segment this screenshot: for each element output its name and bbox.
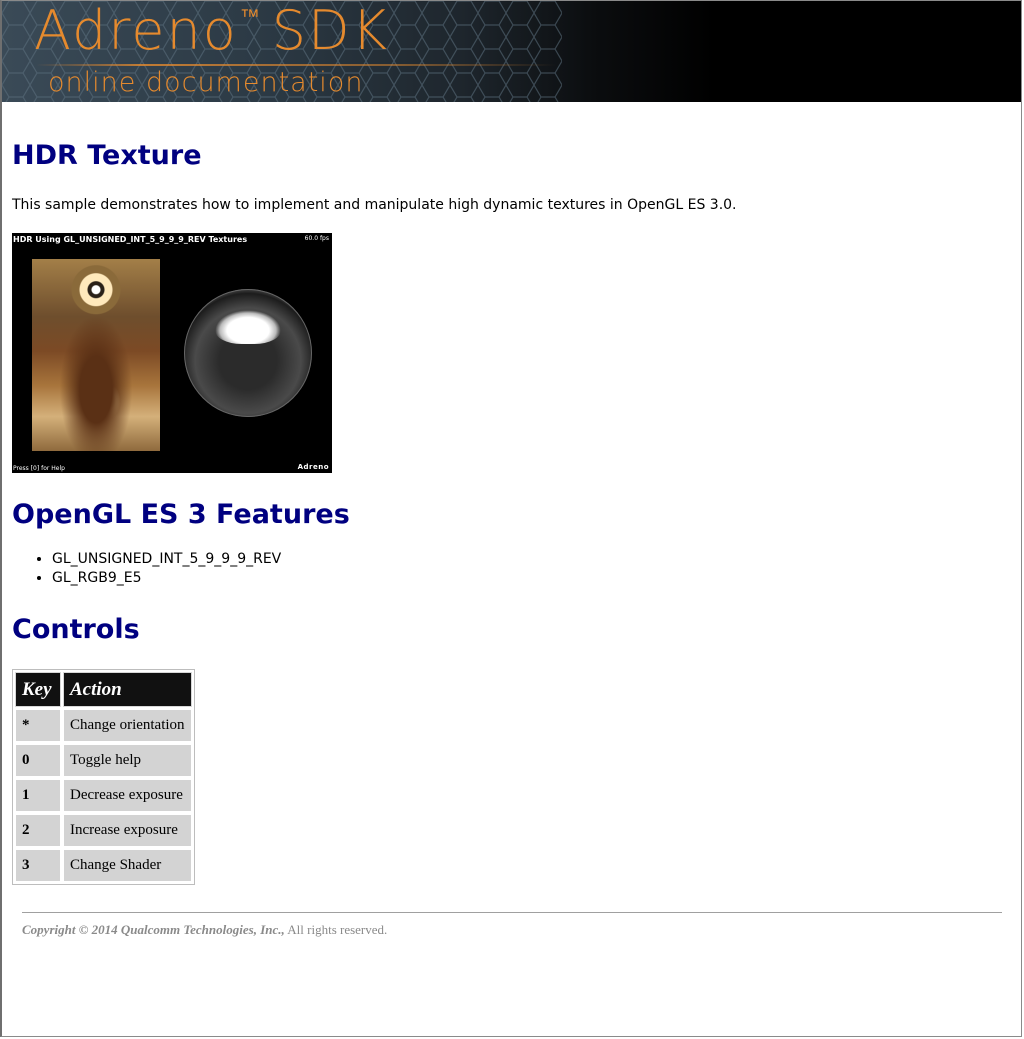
column-header-action: Action: [63, 672, 192, 707]
column-header-key: Key: [15, 672, 61, 707]
table-row: 3 Change Shader: [15, 849, 192, 882]
intro-text: This sample demonstrates how to implemen…: [12, 197, 737, 213]
controls-heading: Controls: [12, 614, 140, 645]
copyright-holder: Copyright © 2014 Qualcomm Technologies, …: [22, 922, 285, 937]
table-row: * Change orientation: [15, 709, 192, 742]
banner-divider: [36, 64, 556, 66]
sphere-highlight: [215, 310, 281, 344]
sample-screenshot: HDR Using GL_UNSIGNED_INT_5_9_9_9_REV Te…: [12, 233, 332, 473]
fps-readout: 60.0 fps: [304, 235, 329, 242]
screenshot-caption: HDR Using GL_UNSIGNED_INT_5_9_9_9_REV Te…: [13, 235, 248, 244]
control-action: Toggle help: [63, 744, 192, 777]
reflective-sphere: [184, 289, 312, 417]
control-key: *: [15, 709, 61, 742]
rights-text: All rights reserved.: [284, 922, 388, 937]
brand-subtitle: online documentation: [48, 67, 364, 98]
control-action: Decrease exposure: [63, 779, 192, 812]
control-action: Increase exposure: [63, 814, 192, 847]
control-action: Change orientation: [63, 709, 192, 742]
hdr-church-texture: [32, 259, 160, 451]
control-key: 2: [15, 814, 61, 847]
list-item: GL_RGB9_E5: [52, 569, 281, 588]
footer-divider: [22, 912, 1002, 913]
product-name: SDK: [271, 1, 390, 62]
list-item: GL_UNSIGNED_INT_5_9_9_9_REV: [52, 550, 281, 569]
table-row: 0 Toggle help: [15, 744, 192, 777]
control-key: 1: [15, 779, 61, 812]
help-hint: Press [0] for Help: [13, 465, 65, 472]
header-banner: Adreno ™ SDK online documentation: [2, 1, 1021, 102]
brand-title: Adreno ™ SDK: [34, 1, 389, 62]
controls-table: Key Action * Change orientation 0 Toggle…: [12, 669, 195, 885]
adreno-logo: Adreno: [297, 463, 329, 471]
table-header-row: Key Action: [15, 672, 192, 707]
table-row: 1 Decrease exposure: [15, 779, 192, 812]
trademark-symbol: ™: [239, 4, 262, 28]
control-key: 3: [15, 849, 61, 882]
control-action: Change Shader: [63, 849, 192, 882]
control-key: 0: [15, 744, 61, 777]
features-heading: OpenGL ES 3 Features: [12, 499, 350, 530]
copyright-notice: Copyright © 2014 Qualcomm Technologies, …: [22, 922, 387, 938]
table-row: 2 Increase exposure: [15, 814, 192, 847]
page-title: HDR Texture: [12, 140, 202, 171]
brand-name: Adreno: [34, 1, 238, 62]
features-list: GL_UNSIGNED_INT_5_9_9_9_REV GL_RGB9_E5: [12, 550, 281, 588]
